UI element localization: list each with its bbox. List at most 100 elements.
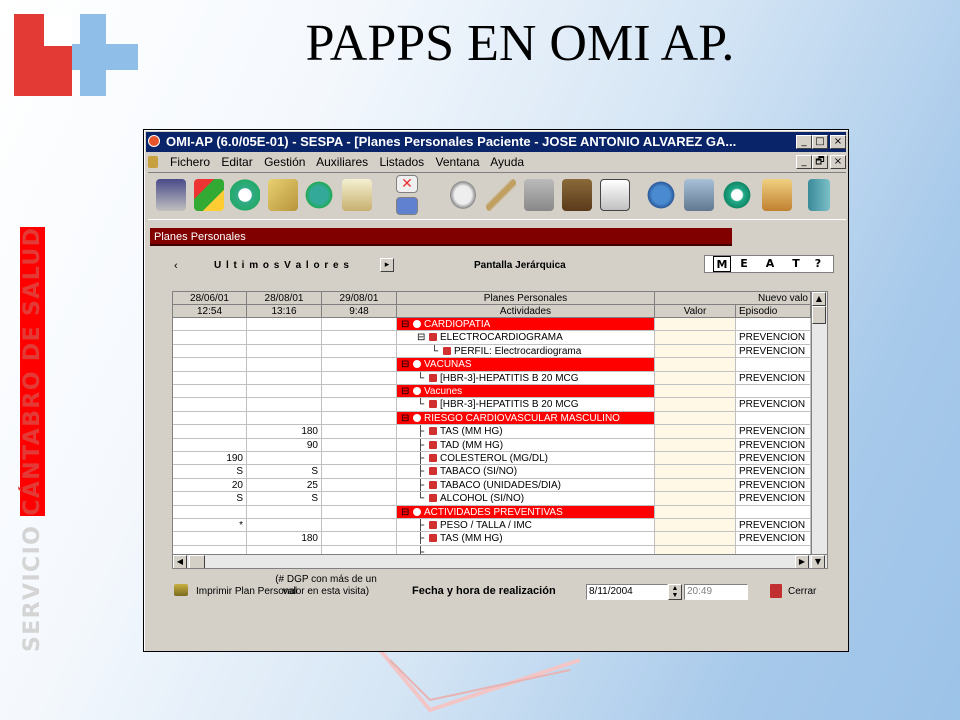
- tree-connector-icon[interactable]: ⊟: [401, 318, 413, 330]
- valor-input-cell[interactable]: [655, 465, 736, 479]
- activity-cell[interactable]: ⊟ ACTIVIDADES PREVENTIVAS: [397, 505, 655, 519]
- value-cell[interactable]: 20: [173, 478, 247, 493]
- value-cell[interactable]: [247, 411, 322, 426]
- tree-connector-icon[interactable]: ⊟: [401, 358, 413, 370]
- table-row[interactable]: ⊟ Vacunes: [173, 385, 811, 399]
- close-red-icon[interactable]: ✕: [396, 175, 418, 193]
- activity-cell[interactable]: ⊟ CARDIOPATIA: [397, 318, 655, 332]
- close-label-button[interactable]: Cerrar: [788, 586, 816, 597]
- activity-cell[interactable]: ├ TAS (MM HG): [397, 425, 655, 439]
- syringe-icon[interactable]: [486, 179, 516, 211]
- value-cell[interactable]: [322, 438, 397, 452]
- table-row[interactable]: ⊟ CARDIOPATIA: [173, 318, 811, 332]
- activity-cell[interactable]: ├ COLESTEROL (MG/DL): [397, 452, 655, 466]
- valor-input-cell[interactable]: [655, 385, 736, 399]
- value-cell[interactable]: [322, 492, 397, 506]
- table-row[interactable]: S S └ ALCOHOL (SI/NO) PREVENCION: [173, 492, 811, 506]
- value-cell[interactable]: [173, 545, 247, 554]
- value-cell[interactable]: S: [173, 492, 247, 506]
- scroll-right-icon[interactable]: ▶: [795, 555, 809, 568]
- tab-a[interactable]: A: [761, 256, 779, 272]
- date-header[interactable]: 28/08/01: [247, 292, 322, 305]
- value-cell[interactable]: [173, 331, 247, 345]
- episodio-cell[interactable]: PREVENCION: [736, 438, 811, 452]
- tab-m[interactable]: M: [713, 256, 731, 272]
- maximize-button[interactable]: □: [812, 135, 828, 149]
- next-button[interactable]: ▸: [380, 258, 394, 272]
- date-header[interactable]: 28/06/01: [173, 292, 247, 305]
- tree-connector-icon[interactable]: ├: [417, 546, 429, 554]
- activity-cell[interactable]: ⊟ ELECTROCARDIOGRAMA: [397, 331, 655, 345]
- menu-fichero[interactable]: Fichero: [170, 155, 210, 169]
- tree-connector-icon[interactable]: ├: [417, 479, 429, 491]
- vertical-scrollbar[interactable]: ▲: [811, 292, 827, 554]
- tree-connector-icon[interactable]: ├: [417, 465, 429, 477]
- episodio-cell[interactable]: PREVENCION: [736, 519, 811, 533]
- activity-cell[interactable]: ├: [397, 545, 655, 554]
- value-cell[interactable]: [322, 532, 397, 546]
- notes-icon[interactable]: [342, 179, 372, 211]
- episodio-cell[interactable]: PREVENCION: [736, 478, 811, 493]
- value-cell[interactable]: S: [173, 465, 247, 479]
- episodio-cell[interactable]: [736, 505, 811, 519]
- value-cell[interactable]: *: [173, 519, 247, 533]
- scroll-up-icon[interactable]: ▲: [812, 292, 826, 306]
- value-cell[interactable]: [322, 425, 397, 439]
- value-cell[interactable]: [247, 318, 322, 332]
- episodio-cell[interactable]: PREVENCION: [736, 532, 811, 546]
- value-cell[interactable]: S: [247, 465, 322, 479]
- activity-cell[interactable]: └ [HBR-3]-HEPATITIS B 20 MCG: [397, 398, 655, 412]
- menu-listados[interactable]: Listados: [379, 155, 424, 169]
- value-cell[interactable]: 90: [247, 438, 322, 452]
- value-cell[interactable]: [247, 358, 322, 372]
- menu-editar[interactable]: Editar: [221, 155, 252, 169]
- prev-button[interactable]: ‹: [174, 260, 178, 272]
- value-cell[interactable]: [247, 371, 322, 385]
- tree-connector-icon[interactable]: ⊟: [401, 385, 413, 397]
- tree-connector-icon[interactable]: └: [431, 345, 443, 357]
- child-minimize-button[interactable]: _: [796, 155, 812, 169]
- tree-connector-icon[interactable]: └: [417, 398, 429, 410]
- value-cell[interactable]: [322, 478, 397, 493]
- valor-input-cell[interactable]: [655, 505, 736, 519]
- value-cell[interactable]: [247, 545, 322, 554]
- valor-input-cell[interactable]: [655, 478, 736, 493]
- table-row[interactable]: S S ├ TABACO (SI/NO) PREVENCION: [173, 465, 811, 479]
- valor-input-cell[interactable]: [655, 358, 736, 372]
- value-cell[interactable]: [322, 344, 397, 359]
- value-cell[interactable]: [173, 438, 247, 452]
- table-row[interactable]: ⊟ ACTIVIDADES PREVENTIVAS: [173, 505, 811, 519]
- episodio-cell[interactable]: PREVENCION: [736, 425, 811, 439]
- value-cell[interactable]: 25: [247, 478, 322, 493]
- valor-input-cell[interactable]: [655, 411, 736, 426]
- episodio-cell[interactable]: PREVENCION: [736, 371, 811, 385]
- value-cell[interactable]: [322, 411, 397, 426]
- hscroll-thumb[interactable]: [189, 555, 205, 568]
- valor-input-cell[interactable]: [655, 318, 736, 332]
- tree-connector-icon[interactable]: └: [417, 492, 429, 504]
- value-cell[interactable]: [322, 452, 397, 466]
- child-restore-button[interactable]: 🗗: [812, 155, 828, 169]
- value-cell[interactable]: [322, 318, 397, 332]
- value-cell[interactable]: [322, 519, 397, 533]
- activity-cell[interactable]: ⊟ Vacunes: [397, 385, 655, 399]
- print-plan-button[interactable]: Imprimir Plan Personal: [196, 586, 297, 597]
- valor-input-cell[interactable]: [655, 438, 736, 452]
- value-cell[interactable]: S: [247, 492, 322, 506]
- value-cell[interactable]: 180: [247, 532, 322, 546]
- window-title-bar[interactable]: OMI-AP (6.0/05E-01) - SESPA - [Planes Pe…: [146, 132, 846, 152]
- table-row[interactable]: └ [HBR-3]-HEPATITIS B 20 MCG PREVENCION: [173, 371, 811, 385]
- table-row[interactable]: 180 ├ TAS (MM HG) PREVENCION: [173, 425, 811, 439]
- user-icon[interactable]: [156, 179, 186, 211]
- table-row[interactable]: 190 ├ COLESTEROL (MG/DL) PREVENCION: [173, 452, 811, 466]
- exit-door-icon[interactable]: [770, 584, 782, 598]
- episodio-cell[interactable]: PREVENCION: [736, 452, 811, 466]
- table-row[interactable]: * ├ PESO / TALLA / IMC PREVENCION: [173, 519, 811, 533]
- value-cell[interactable]: 180: [247, 425, 322, 439]
- activity-cell[interactable]: ├ TABACO (UNIDADES/DIA): [397, 478, 655, 493]
- date-header[interactable]: 29/08/01: [322, 292, 397, 305]
- menu-ventana[interactable]: Ventana: [436, 155, 480, 169]
- value-cell[interactable]: [322, 358, 397, 372]
- clock-icon[interactable]: [230, 179, 260, 211]
- episodio-cell[interactable]: [736, 385, 811, 399]
